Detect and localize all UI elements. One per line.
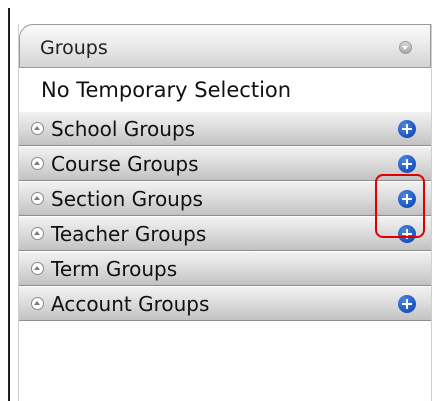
window: Groups No Temporary Selection School Gro… — [0, 0, 435, 401]
group-row-label: Teacher Groups — [51, 222, 207, 246]
group-row-label: Section Groups — [51, 187, 203, 211]
group-row-label: Course Groups — [51, 152, 199, 176]
expand-circle-icon[interactable] — [31, 262, 44, 275]
group-row-term[interactable]: Term Groups — [19, 252, 431, 286]
add-section-group-icon[interactable] — [398, 190, 416, 208]
groups-panel: Groups No Temporary Selection School Gro… — [18, 24, 432, 401]
add-teacher-group-icon[interactable] — [398, 225, 416, 243]
add-school-group-icon[interactable] — [398, 120, 416, 138]
expand-circle-icon[interactable] — [31, 122, 44, 135]
temporary-selection-row: No Temporary Selection — [19, 70, 431, 110]
add-course-group-icon[interactable] — [398, 155, 416, 173]
panel-title: Groups — [40, 37, 108, 59]
group-row-label: School Groups — [51, 117, 196, 141]
group-row-label: Account Groups — [51, 292, 210, 316]
group-row-label: Term Groups — [51, 257, 178, 281]
add-account-group-icon[interactable] — [398, 295, 416, 313]
group-row-teacher[interactable]: Teacher Groups — [19, 217, 431, 251]
expand-circle-icon[interactable] — [31, 227, 44, 240]
expand-circle-icon[interactable] — [31, 192, 44, 205]
window-left-border — [8, 8, 10, 401]
group-row-account[interactable]: Account Groups — [19, 287, 431, 321]
group-row-school[interactable]: School Groups — [19, 112, 431, 146]
group-row-course[interactable]: Course Groups — [19, 147, 431, 181]
groups-panel-header[interactable]: Groups — [19, 24, 431, 68]
group-row-section[interactable]: Section Groups — [19, 182, 431, 216]
expand-circle-icon[interactable] — [31, 297, 44, 310]
collapse-panel-icon[interactable] — [399, 41, 412, 54]
expand-circle-icon[interactable] — [31, 157, 44, 170]
temporary-selection-text: No Temporary Selection — [41, 78, 292, 102]
